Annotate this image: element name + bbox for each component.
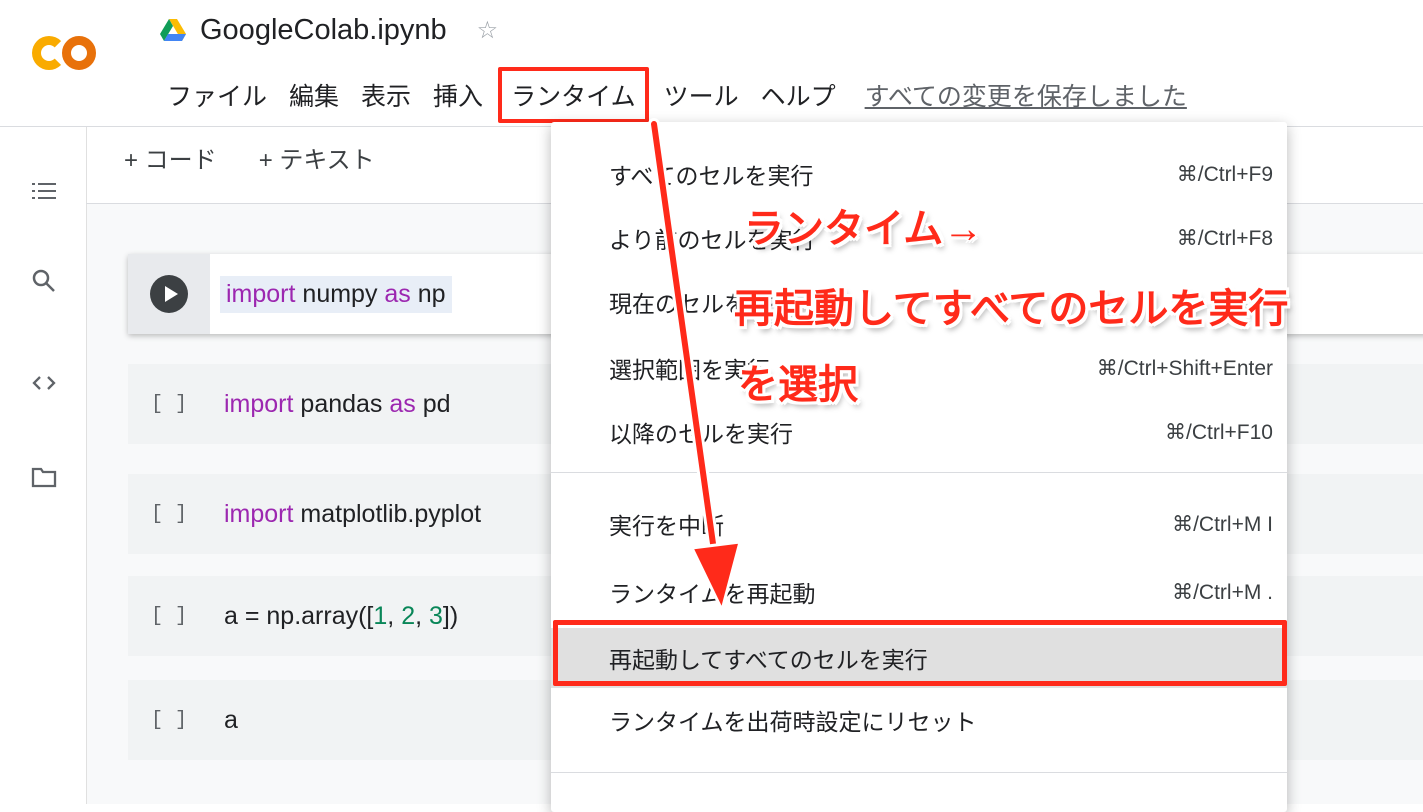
menu-runtime[interactable]: ランタイム xyxy=(498,67,649,123)
cell-code[interactable]: a = np.array([1, 2, 3]) xyxy=(210,602,458,631)
annotation-line-1: ランタイム→ xyxy=(744,207,984,251)
colab-logo[interactable] xyxy=(32,28,124,78)
cell-execution-count: [ ] xyxy=(150,708,187,732)
code-text: numpy xyxy=(295,279,385,308)
menu-item-shortcut: ⌘/Ctrl+Shift+Enter xyxy=(1096,356,1273,380)
code-text: pandas xyxy=(293,389,390,418)
runtime-menu-item[interactable]: ランタイムを出荷時設定にリセット xyxy=(551,690,1287,750)
runtime-menu-item[interactable]: すべてのセルを実行 ⌘/Ctrl+F9 xyxy=(551,144,1287,204)
code-text: matplotlib.pyplot xyxy=(293,499,482,528)
drive-icon[interactable] xyxy=(160,19,186,41)
menu-item-shortcut: ⌘/Ctrl+M I xyxy=(1172,512,1273,536)
folder-icon[interactable] xyxy=(30,463,58,491)
menu-edit[interactable]: 編集 xyxy=(278,77,350,113)
annotation-line-3: を選択 xyxy=(738,363,858,407)
code-text: a = np.array([ xyxy=(224,601,374,630)
cell-code[interactable]: import matplotlib.pyplot xyxy=(210,500,481,529)
code-snippets-icon[interactable] xyxy=(30,369,58,397)
code-keyword: as xyxy=(389,389,416,418)
runtime-menu-item[interactable]: 実行を中断 ⌘/Ctrl+M I xyxy=(551,494,1287,554)
menu-item-label: 再起動してすべてのセルを実行 xyxy=(609,647,928,673)
menu-item-shortcut: ⌘/Ctrl+M . xyxy=(1172,580,1273,604)
code-text: , xyxy=(387,601,402,630)
menu-separator xyxy=(551,472,1287,473)
menu-item-shortcut: ⌘/Ctrl+F10 xyxy=(1165,420,1273,444)
left-rail xyxy=(0,127,87,804)
runtime-menu-item[interactable]: 以降のセルを実行 ⌘/Ctrl+F10 xyxy=(551,402,1287,462)
code-number: 1 xyxy=(373,601,388,630)
menu-view[interactable]: 表示 xyxy=(350,77,422,113)
code-number: 2 xyxy=(401,601,416,630)
title-row: GoogleColab.ipynb ☆ xyxy=(160,10,498,50)
menu-help[interactable]: ヘルプ xyxy=(750,77,847,113)
annotation-line-2: 再起動してすべてのセルを実行 xyxy=(734,287,1289,331)
code-text: , xyxy=(415,601,430,630)
code-number: 3 xyxy=(429,601,443,630)
toc-icon[interactable] xyxy=(30,177,58,205)
code-text: pd xyxy=(415,389,451,418)
cell-code[interactable]: a xyxy=(210,706,238,735)
cell-execution-count: [ ] xyxy=(150,502,187,526)
code-text: a xyxy=(224,705,238,734)
runtime-menu-item[interactable]: 選択範囲を実行 ⌘/Ctrl+Shift+Enter xyxy=(551,338,1287,398)
add-text-button[interactable]: + テキスト xyxy=(259,140,375,175)
runtime-menu-item[interactable]: 再起動してすべてのセルを実行 xyxy=(551,628,1287,688)
notebook-toolbar: + コード + テキスト xyxy=(124,140,375,175)
logo-o-shape xyxy=(62,36,96,70)
code-text: ]) xyxy=(442,601,459,630)
menu-item-label: すべてのセルを実行 xyxy=(609,163,814,189)
code-keyword: import xyxy=(224,499,294,528)
menu-separator xyxy=(551,772,1287,773)
add-code-button[interactable]: + コード xyxy=(124,140,217,175)
code-keyword: import xyxy=(224,389,294,418)
menu-insert[interactable]: 挿入 xyxy=(422,77,494,113)
menu-item-label: ランタイムを再起動 xyxy=(609,581,816,607)
menu-item-label: ランタイムを出荷時設定にリセット xyxy=(609,709,977,735)
star-icon[interactable]: ☆ xyxy=(477,16,499,45)
cell-code[interactable]: import pandas as pd xyxy=(210,390,451,419)
logo-c-shape xyxy=(32,36,66,70)
menu-item-label: 実行を中断 xyxy=(609,513,724,539)
menubar: ファイル 編集 表示 挿入 ランタイム ツール ヘルプ すべての変更を保存しまし… xyxy=(156,67,1187,123)
save-status-link[interactable]: すべての変更を保存しました xyxy=(865,77,1187,113)
menu-tools[interactable]: ツール xyxy=(653,77,750,113)
menu-item-shortcut: ⌘/Ctrl+F9 xyxy=(1176,162,1273,186)
menu-file[interactable]: ファイル xyxy=(156,77,278,113)
runtime-menu-item[interactable]: ランタイムを再起動 ⌘/Ctrl+M . xyxy=(551,562,1287,622)
run-cell-button[interactable] xyxy=(150,275,188,313)
search-icon[interactable] xyxy=(30,267,58,295)
run-cell-gutter[interactable] xyxy=(128,254,210,334)
code-keyword: as xyxy=(384,279,411,308)
code-text: np xyxy=(410,279,446,308)
cell-execution-count: [ ] xyxy=(150,604,187,628)
cell-code[interactable]: import numpy as np xyxy=(220,275,452,313)
code-keyword: import xyxy=(226,279,296,308)
cell-execution-count: [ ] xyxy=(150,392,187,416)
menu-item-shortcut: ⌘/Ctrl+F8 xyxy=(1176,226,1273,250)
menu-item-label: 以降のセルを実行 xyxy=(609,421,793,447)
notebook-title[interactable]: GoogleColab.ipynb xyxy=(200,14,447,47)
